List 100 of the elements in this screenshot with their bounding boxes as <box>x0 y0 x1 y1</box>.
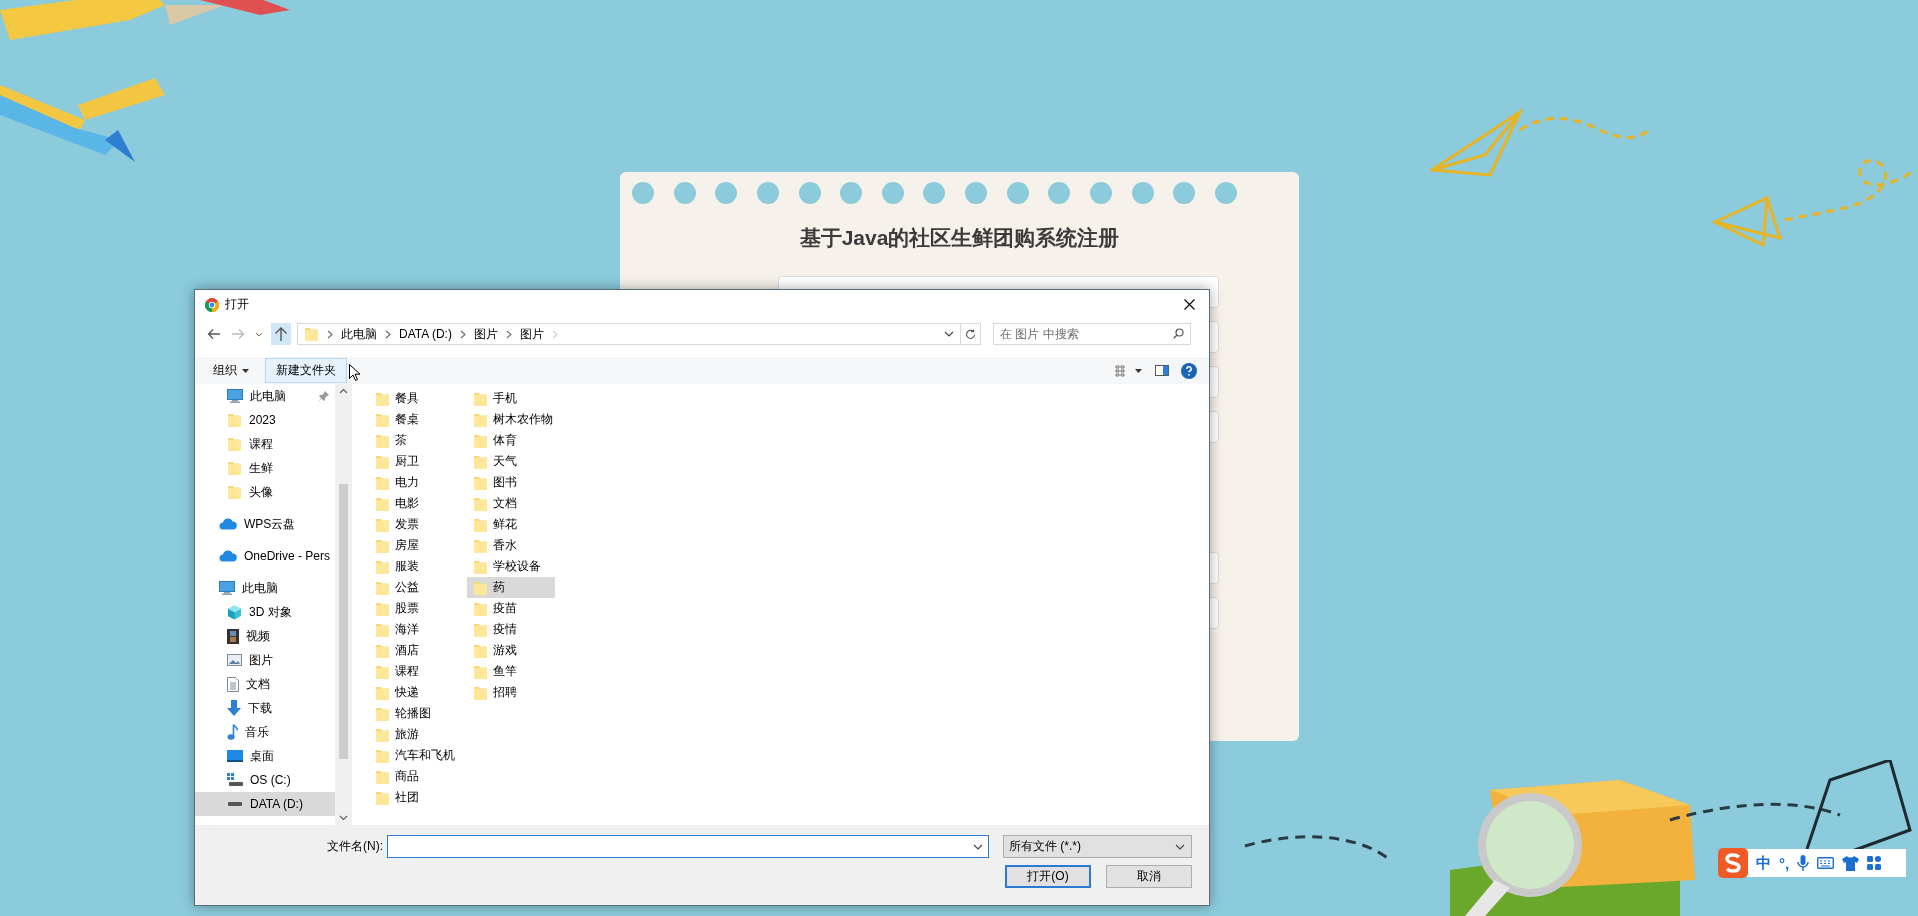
folder-icon <box>473 537 488 554</box>
folder-item[interactable]: 快递 <box>369 682 457 703</box>
breadcrumb-item[interactable]: 此电脑 <box>341 325 377 343</box>
folder-item[interactable]: 天气 <box>467 451 555 472</box>
nav-item[interactable]: 此电脑 <box>195 576 335 600</box>
nav-item[interactable]: 桌面 <box>195 744 335 768</box>
folder-item[interactable]: 服装 <box>369 556 457 577</box>
cancel-button[interactable]: 取消 <box>1106 865 1192 888</box>
nav-item[interactable]: 2023 <box>195 408 335 432</box>
folder-item[interactable]: 茶 <box>369 430 457 451</box>
folder-item[interactable]: 电力 <box>369 472 457 493</box>
nav-item[interactable]: 生鲜 <box>195 456 335 480</box>
nav-item[interactable]: 文档 <box>195 672 335 696</box>
preview-pane-icon[interactable] <box>1155 365 1169 376</box>
folder-item[interactable]: 发票 <box>369 514 457 535</box>
folder-item[interactable]: 学校设备 <box>467 556 555 577</box>
folder-icon <box>473 432 488 449</box>
folder-item[interactable]: 疫情 <box>467 619 555 640</box>
folder-item[interactable]: 厨卫 <box>369 451 457 472</box>
input-mode-toggle[interactable]: 中 <box>1756 853 1771 873</box>
dot <box>715 182 738 204</box>
folder-icon <box>227 412 242 428</box>
folder-icon <box>473 474 488 491</box>
folder-item[interactable]: 手机 <box>467 388 555 409</box>
shirt-icon[interactable] <box>1842 855 1860 871</box>
folder-item[interactable]: 游戏 <box>467 640 555 661</box>
folder-icon <box>227 436 242 452</box>
folder-item[interactable]: 轮播图 <box>369 703 457 724</box>
folder-item[interactable]: 海洋 <box>369 619 457 640</box>
nav-item[interactable]: OS (C:) <box>195 768 335 792</box>
folder-item[interactable]: 体育 <box>467 430 555 451</box>
nav-item[interactable]: 视频 <box>195 624 335 648</box>
folder-item[interactable]: 香水 <box>467 535 555 556</box>
folder-item[interactable]: 鱼竿 <box>467 661 555 682</box>
ime-logo-icon[interactable] <box>1718 848 1748 878</box>
breadcrumb-item[interactable]: DATA (D:) <box>399 327 452 341</box>
folder-icon <box>375 684 390 701</box>
scrollbar[interactable] <box>335 384 352 825</box>
back-button[interactable] <box>205 326 223 342</box>
nav-item[interactable]: 下载 <box>195 696 335 720</box>
folder-icon <box>473 621 488 638</box>
folder-item[interactable]: 商品 <box>369 766 457 787</box>
dot <box>632 182 654 204</box>
nav-item[interactable]: 图片 <box>195 648 335 672</box>
folder-icon <box>375 453 390 470</box>
folder-item[interactable]: 树木农作物 <box>467 409 555 430</box>
nav-item[interactable]: 课程 <box>195 432 335 456</box>
folder-item[interactable]: 社团 <box>369 787 457 808</box>
folder-item[interactable]: 旅游 <box>369 724 457 745</box>
keyboard-icon[interactable] <box>1817 857 1835 869</box>
refresh-button[interactable] <box>961 323 981 345</box>
folder-item[interactable]: 电影 <box>369 493 457 514</box>
search-icon <box>1173 328 1184 339</box>
view-options-icon[interactable] <box>1115 364 1143 377</box>
nav-item[interactable]: DATA (D:) <box>195 792 335 816</box>
open-button[interactable]: 打开(O) <box>1005 865 1091 888</box>
search-field[interactable]: 在 图片 中搜索 <box>993 323 1191 345</box>
punctuation-toggle[interactable]: °, <box>1779 854 1790 872</box>
breadcrumb-item[interactable]: 图片 <box>519 325 544 343</box>
scrollbar-thumb[interactable] <box>339 484 348 759</box>
folder-item[interactable]: 餐桌 <box>369 409 457 430</box>
grid-icon[interactable] <box>1867 856 1882 870</box>
nav-item[interactable]: 音乐 <box>195 720 335 744</box>
folder-icon <box>375 474 390 491</box>
help-icon[interactable] <box>1181 362 1197 379</box>
folder-item[interactable]: 酒店 <box>369 640 457 661</box>
folder-item[interactable]: 疫苗 <box>467 598 555 619</box>
folder-icon <box>375 495 390 512</box>
caret-icon <box>242 368 249 373</box>
folder-item[interactable]: 汽车和飞机 <box>369 745 457 766</box>
nav-item[interactable]: OneDrive - Pers <box>195 544 335 568</box>
folder-item[interactable]: 餐具 <box>369 388 457 409</box>
chevron-icon <box>385 329 391 339</box>
folder-item[interactable]: 鲜花 <box>467 514 555 535</box>
file-type-dropdown[interactable]: 所有文件 (*.*) <box>1003 835 1192 858</box>
folder-item[interactable]: 课程 <box>369 661 457 682</box>
folder-item[interactable]: 药 <box>467 577 555 598</box>
folder-icon <box>375 789 390 806</box>
breadcrumb-item[interactable]: 图片 <box>473 325 498 343</box>
nav-item[interactable]: 头像 <box>195 480 335 504</box>
folder-item[interactable]: 股票 <box>369 598 457 619</box>
organize-menu[interactable]: 组织 <box>209 359 253 382</box>
folder-icon <box>375 411 390 428</box>
folder-item[interactable]: 招聘 <box>467 682 555 703</box>
folder-item[interactable]: 房屋 <box>369 535 457 556</box>
computer-icon <box>219 581 235 595</box>
microphone-icon[interactable] <box>1797 854 1810 872</box>
folder-icon <box>473 579 488 596</box>
address-bar[interactable]: 此电脑 DATA (D:) 图片 图片 <box>297 323 961 345</box>
folder-item[interactable]: 文档 <box>467 493 555 514</box>
folder-item[interactable]: 公益 <box>369 577 457 598</box>
cloud-icon <box>219 518 237 530</box>
filename-field[interactable] <box>387 835 989 858</box>
up-button[interactable] <box>271 323 291 345</box>
folder-item[interactable]: 图书 <box>467 472 555 493</box>
nav-item[interactable]: WPS云盘 <box>195 512 335 536</box>
page-title: 基于Java的社区生鲜团购系统注册 <box>799 225 1120 251</box>
nav-item[interactable]: 3D 对象 <box>195 600 335 624</box>
music-note-icon <box>227 724 238 740</box>
nav-item[interactable]: 此电脑 <box>195 384 335 408</box>
